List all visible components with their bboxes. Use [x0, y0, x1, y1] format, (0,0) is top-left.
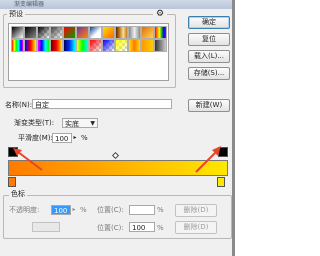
delete-opacity-stop-button[interactable]: 删除(D) [175, 204, 217, 217]
preset-swatch[interactable] [102, 26, 115, 39]
reset-button[interactable]: 复位 [188, 33, 230, 46]
delete-color-stop-button[interactable]: 删除(D) [175, 221, 217, 234]
right-annotation-arrow [195, 151, 217, 173]
preset-swatch[interactable] [37, 26, 50, 39]
window-border [232, 0, 235, 256]
preset-swatch[interactable] [128, 39, 141, 52]
name-input[interactable]: 自定 [32, 99, 172, 109]
annotation-arrows [13, 146, 221, 173]
chevron-down-icon: ▼ [90, 120, 95, 127]
left-annotation-arrow [17, 151, 43, 171]
opacity-unit: % [80, 206, 87, 214]
opacity-input[interactable]: 100 [51, 205, 71, 215]
gear-icon[interactable]: ⚙ [153, 10, 167, 19]
preset-swatch[interactable] [128, 26, 141, 39]
chevron-down-icon[interactable]: ▸ [71, 205, 77, 215]
preset-swatch[interactable] [11, 39, 24, 52]
ok-button[interactable]: 确定 [188, 16, 230, 29]
preset-swatch[interactable] [76, 39, 89, 52]
save-button[interactable]: 存储(S)... [188, 67, 230, 80]
presets-legend: 预设 [7, 10, 25, 19]
preset-swatch[interactable] [154, 26, 167, 39]
location-label-bottom: 位置(C): [97, 224, 124, 232]
preset-swatch[interactable] [24, 26, 37, 39]
preset-swatch[interactable] [37, 39, 50, 52]
preset-swatch[interactable] [11, 26, 24, 39]
preset-swatch[interactable] [63, 39, 76, 52]
preset-swatch[interactable] [76, 26, 89, 39]
preset-swatch[interactable] [50, 26, 63, 39]
preset-swatch[interactable] [89, 26, 102, 39]
window-title: 渐变编辑器 [14, 1, 45, 8]
preset-swatch-grid [8, 23, 169, 81]
preset-swatch[interactable] [115, 26, 128, 39]
new-button[interactable]: 新建(W) [188, 99, 230, 112]
gradient-type-value: 实底 [65, 120, 79, 128]
location-unit-top: % [157, 206, 164, 214]
color-swatch[interactable] [32, 222, 60, 232]
opacity-label: 不透明度: [9, 206, 40, 214]
preset-swatch[interactable] [141, 26, 154, 39]
preset-swatch[interactable] [63, 26, 76, 39]
location-unit-bottom: % [157, 224, 164, 232]
preset-swatch[interactable] [102, 39, 115, 52]
preset-swatch[interactable] [50, 39, 63, 52]
location-input-bottom[interactable]: 100 [129, 222, 155, 232]
preset-swatch[interactable] [115, 39, 128, 52]
location-label-top: 位置(C): [97, 206, 124, 214]
gradient-type-label: 渐变类型(T): [14, 119, 55, 127]
preset-swatch[interactable] [141, 39, 154, 52]
preset-swatch[interactable] [89, 39, 102, 52]
preset-swatch[interactable] [24, 39, 37, 52]
name-label: 名称(N): [5, 101, 33, 109]
gradient-type-select[interactable]: 实底 ▼ [62, 118, 98, 128]
load-button[interactable]: 载入(L)... [188, 50, 230, 63]
preset-swatch[interactable] [154, 39, 167, 52]
color-stops-legend: 色标 [9, 190, 27, 199]
location-input-top[interactable] [129, 205, 155, 215]
